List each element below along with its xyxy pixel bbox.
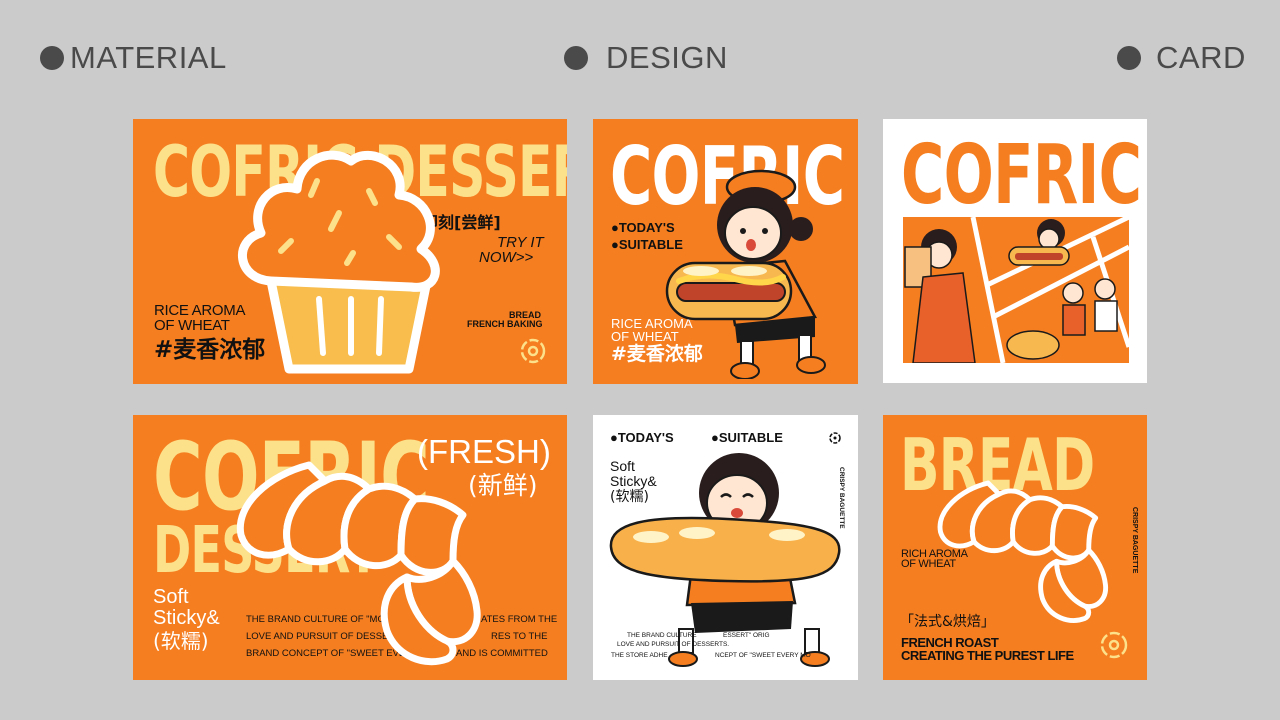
purest-label: CREATING THE PUREST LIFE <box>901 648 1074 663</box>
card-bread: BREAD RICH AROMA OF WHEAT CRISPY BAGUETT… <box>883 415 1147 680</box>
header-material: MATERIAL <box>40 38 227 78</box>
card-cofric-dessert: COFRIC DESSERT 即刻[尝鲜] TRY IT NOW>> RICE … <box>133 119 567 384</box>
header-label: MATERIAL <box>70 40 227 75</box>
girl-with-hotdog-illustration <box>665 169 826 379</box>
flower-logo-icon <box>1100 631 1128 659</box>
header-label: DESIGN <box>606 40 728 75</box>
card-cofric-comic: COFRIC <box>883 119 1147 383</box>
soft-line-3: (软糯) <box>153 629 209 653</box>
side-label: CRISPY BAGUETTE <box>1131 507 1138 574</box>
cupcake-icon <box>237 150 440 374</box>
todays-label: ●TODAY'S <box>610 430 674 445</box>
soft-line-1: Soft <box>153 586 189 608</box>
header-label: CARD <box>1156 40 1246 75</box>
body-line-1b: ATES FROM THE <box>481 614 558 625</box>
small-line-1: THE BRAND CULTURE <box>627 632 697 639</box>
card-cofric-girl: COFRIC ●TODAY'S ●SUITABLE RICE AROMA OF … <box>593 119 858 384</box>
baking-label: FRENCH BAKING <box>467 319 543 329</box>
card-girl-baguette: ●TODAY'S ●SUITABLE Soft Sticky& (软糯) CRI… <box>593 415 858 680</box>
aroma-line-2: OF WHEAT <box>154 317 230 334</box>
card-title: COFRIC <box>901 128 1142 223</box>
header-design: DESIGN <box>564 38 728 78</box>
suitable-label: ●SUITABLE <box>711 430 783 445</box>
small-line-2: LOVE AND PURSUIT OF DESSERTS. <box>617 641 730 648</box>
comic-panels-illustration <box>903 217 1129 363</box>
flower-logo-icon <box>520 338 546 364</box>
croissant-icon <box>937 480 1108 623</box>
soft-line-2: Sticky& <box>153 607 220 629</box>
bullet-dot-icon <box>564 46 588 70</box>
flower-logo-icon <box>829 432 841 444</box>
header-card: CARD <box>1117 38 1246 78</box>
croissant-icon <box>236 461 481 666</box>
bullet-dot-icon <box>1117 46 1141 70</box>
body-line-2b: RES TO THE <box>491 631 548 642</box>
small-line-1b: ESSERT" ORIG <box>723 632 770 639</box>
now-text: NOW>> <box>479 249 534 266</box>
card-fresh-croissant: COFRIC DESSERT (FRESH) (新鲜) Soft Sticky&… <box>133 415 567 680</box>
bullet-dot-icon <box>40 46 64 70</box>
small-line-3: THE STORE ADHE <box>611 652 668 659</box>
small-line-3b: NCEPT OF "SWEET EVERY MO <box>715 652 811 659</box>
